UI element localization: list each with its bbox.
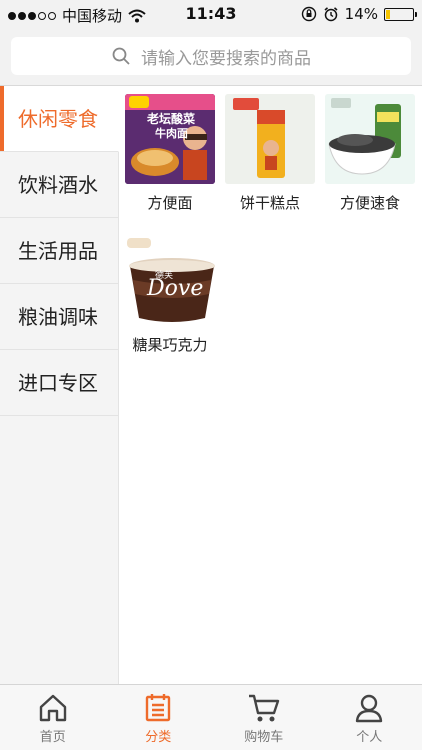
noodle-flavor-text: 牛肉面 bbox=[155, 127, 188, 140]
tab-label: 分类 bbox=[145, 730, 172, 745]
bottom-tab-bar: 首页 分类 购物车 个人 bbox=[0, 684, 422, 750]
product-grid: 老坛酸菜 牛肉面 方便面 饼干糕点 方便速食 Dove 德芙 糖果巧克力 bbox=[120, 86, 422, 684]
category-icon bbox=[146, 694, 171, 722]
product-image: 老坛酸菜 牛肉面 bbox=[125, 94, 215, 184]
product-image bbox=[225, 94, 315, 184]
sidebar-item-daily-goods[interactable]: 生活用品 bbox=[0, 218, 118, 284]
sunflower-seed-image bbox=[325, 94, 415, 184]
home-icon bbox=[39, 694, 66, 722]
tab-home[interactable]: 首页 bbox=[0, 685, 106, 750]
alarm-icon bbox=[324, 7, 338, 22]
battery-icon bbox=[384, 7, 417, 21]
product-label: 方便面 bbox=[147, 194, 193, 212]
search-icon bbox=[112, 47, 130, 65]
tab-label: 首页 bbox=[39, 730, 66, 745]
tab-profile[interactable]: 个人 bbox=[317, 685, 422, 750]
tab-label: 购物车 bbox=[244, 730, 284, 745]
sidebar-item-label: 生活用品 bbox=[18, 239, 98, 263]
search-placeholder: 请输入您要搜索的商品 bbox=[141, 48, 311, 69]
product-biscuits[interactable]: 饼干糕点 bbox=[221, 94, 319, 213]
sidebar-item-drinks[interactable]: 饮料酒水 bbox=[0, 152, 118, 218]
sidebar-item-label: 饮料酒水 bbox=[18, 173, 98, 197]
product-label: 饼干糕点 bbox=[239, 194, 300, 212]
product-label: 方便速食 bbox=[339, 194, 400, 212]
tab-category[interactable]: 分类 bbox=[106, 685, 212, 750]
tab-cart[interactable]: 购物车 bbox=[211, 685, 317, 750]
sidebar-item-imports[interactable]: 进口专区 bbox=[0, 350, 118, 416]
search-header: 请输入您要搜索的商品 bbox=[0, 28, 422, 86]
battery-percent: 14% bbox=[344, 5, 378, 23]
person-icon bbox=[356, 694, 383, 723]
status-bar: 中国移动 11:43 14% bbox=[0, 0, 422, 28]
category-sidebar: 休闲零食 饮料酒水 生活用品 粮油调味 进口专区 bbox=[0, 86, 119, 684]
sidebar-item-label: 休闲零食 bbox=[18, 107, 98, 131]
product-image bbox=[325, 94, 415, 184]
sidebar-item-grain-oil[interactable]: 粮油调味 bbox=[0, 284, 118, 350]
sidebar-item-label: 粮油调味 bbox=[18, 305, 98, 329]
tab-label: 个人 bbox=[356, 730, 383, 745]
orientation-lock-icon bbox=[301, 6, 316, 22]
status-right: 14% bbox=[301, 5, 417, 23]
sidebar-item-label: 进口专区 bbox=[18, 371, 98, 395]
biscuit-package-image bbox=[225, 94, 315, 184]
product-instant-food[interactable]: 方便速食 bbox=[321, 94, 419, 213]
search-input[interactable]: 请输入您要搜索的商品 bbox=[11, 37, 411, 75]
battery-level bbox=[386, 9, 390, 19]
product-candy-chocolate[interactable]: Dove 德芙 糖果巧克力 bbox=[121, 236, 219, 355]
product-instant-noodles[interactable]: 老坛酸菜 牛肉面 方便面 bbox=[121, 94, 219, 213]
product-image: Dove 德芙 bbox=[125, 236, 215, 326]
chocolate-brand-cn-text: 德芙 bbox=[155, 271, 174, 281]
app-screen: 中国移动 11:43 14% 请输入您要搜索的商品 休闲零食 饮料酒水 生活用品… bbox=[0, 0, 422, 750]
sidebar-item-snacks[interactable]: 休闲零食 bbox=[0, 86, 119, 152]
cart-icon bbox=[248, 694, 279, 722]
product-label: 糖果巧克力 bbox=[132, 336, 208, 354]
